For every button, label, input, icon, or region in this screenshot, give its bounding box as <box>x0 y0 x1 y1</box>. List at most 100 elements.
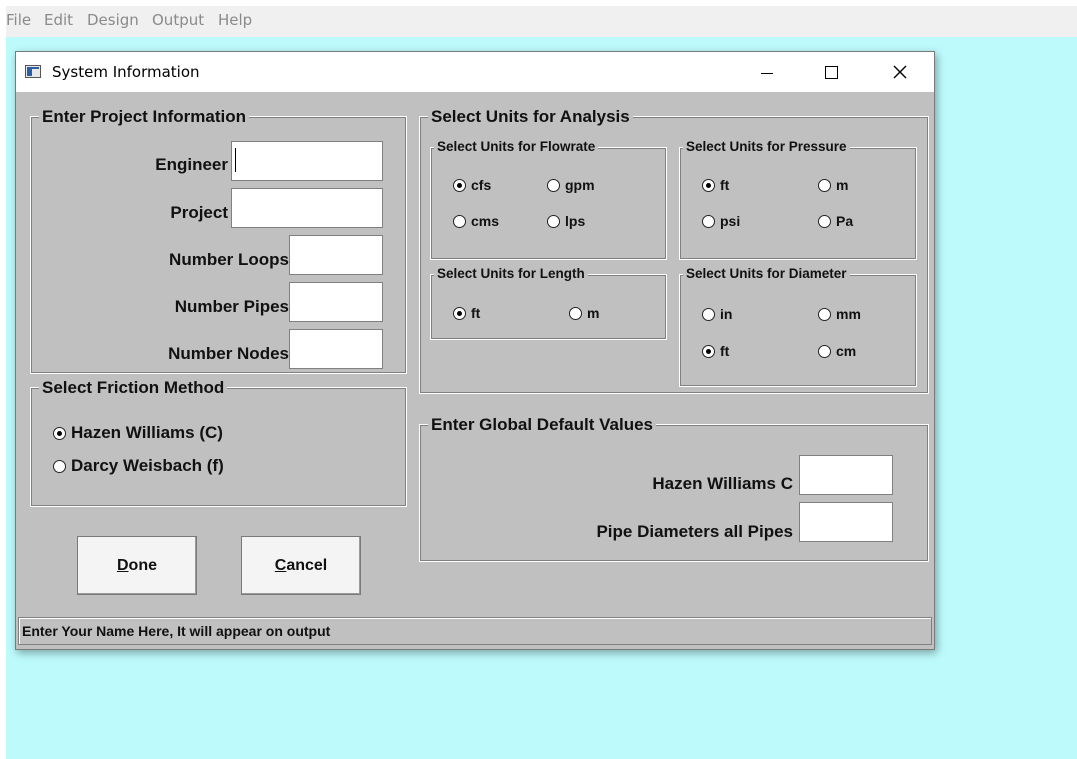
maximize-icon <box>824 65 838 79</box>
length-units-group: Select Units for Length ft m <box>430 266 667 340</box>
radio-label: ft <box>720 343 730 359</box>
radio-label: cfs <box>471 177 492 193</box>
project-label: Project <box>170 203 228 222</box>
radio-label: in <box>720 306 733 322</box>
radio-indicator <box>453 306 466 320</box>
radio-indicator <box>53 459 66 473</box>
radio-label: ft <box>720 177 730 193</box>
radio-pressure-m[interactable]: m <box>818 177 848 193</box>
radio-length-m[interactable]: m <box>569 305 599 321</box>
radio-indicator <box>818 178 831 192</box>
radio-hazen-williams[interactable]: Hazen Williams (C) <box>53 423 223 443</box>
done-label: one <box>128 556 157 574</box>
hazen-williams-c-label: Hazen Williams C <box>652 474 793 493</box>
pressure-units-group: Select Units for Pressure ft m psi Pa <box>679 139 917 260</box>
radio-darcy-weisbach[interactable]: Darcy Weisbach (f) <box>53 456 224 476</box>
number-pipes-field[interactable] <box>289 282 383 322</box>
number-loops-label: Number Loops <box>169 250 289 269</box>
menu-output[interactable]: Output <box>152 11 204 29</box>
radio-pressure-pa[interactable]: Pa <box>818 213 853 229</box>
radio-diameter-cm[interactable]: cm <box>818 343 856 359</box>
pipe-diameters-label: Pipe Diameters all Pipes <box>596 522 793 541</box>
radio-indicator <box>569 306 582 320</box>
hazen-williams-c-field[interactable] <box>799 455 893 495</box>
radio-indicator <box>547 178 560 192</box>
pipe-diameters-field[interactable] <box>799 502 893 542</box>
maximize-button[interactable] <box>808 52 854 92</box>
radio-indicator <box>453 178 466 192</box>
radio-flowrate-gpm[interactable]: gpm <box>547 177 595 193</box>
number-nodes-field[interactable] <box>289 329 383 369</box>
radio-label: ft <box>471 305 481 321</box>
project-info-group: Enter Project Information Engineer Proje… <box>30 107 407 374</box>
radio-flowrate-cms[interactable]: cms <box>453 213 499 229</box>
radio-label: m <box>836 177 849 193</box>
radio-flowrate-lps[interactable]: lps <box>547 213 585 229</box>
menu-design[interactable]: Design <box>87 11 139 29</box>
status-bar: Enter Your Name Here, It will appear on … <box>18 617 932 645</box>
pressure-units-legend: Select Units for Pressure <box>683 139 850 154</box>
diameter-units-legend: Select Units for Diameter <box>683 266 850 281</box>
minimize-button[interactable] <box>744 52 790 92</box>
radio-indicator <box>702 178 715 192</box>
window-title: System Information <box>52 63 200 81</box>
radio-label: lps <box>565 213 586 229</box>
radio-indicator <box>818 214 831 228</box>
done-mnemonic: D <box>116 556 129 574</box>
radio-flowrate-cfs[interactable]: cfs <box>453 177 491 193</box>
radio-indicator <box>53 426 66 440</box>
friction-method-group: Select Friction Method Hazen Williams (C… <box>30 378 407 507</box>
radio-pressure-ft[interactable]: ft <box>702 177 729 193</box>
radio-indicator <box>818 307 831 321</box>
radio-label: Pa <box>836 213 854 229</box>
radio-indicator <box>702 214 715 228</box>
flowrate-units-legend: Select Units for Flowrate <box>434 139 599 154</box>
radio-label: cm <box>836 343 857 359</box>
app-window-icon <box>25 65 41 78</box>
radio-label: m <box>587 305 600 321</box>
radio-length-ft[interactable]: ft <box>453 305 480 321</box>
engineer-field[interactable] <box>231 141 383 181</box>
radio-label: gpm <box>565 177 595 193</box>
radio-diameter-ft[interactable]: ft <box>702 343 729 359</box>
cancel-mnemonic: C <box>274 556 287 574</box>
radio-pressure-psi[interactable]: psi <box>702 213 740 229</box>
minimize-icon <box>761 72 773 74</box>
radio-indicator <box>547 214 560 228</box>
cancel-label: ancel <box>286 556 328 574</box>
radio-diameter-mm[interactable]: mm <box>818 306 861 322</box>
menu-help[interactable]: Help <box>218 11 252 29</box>
done-button[interactable]: Done <box>77 536 197 595</box>
radio-label: psi <box>720 213 741 229</box>
number-loops-field[interactable] <box>289 235 383 275</box>
menu-edit[interactable]: Edit <box>44 11 73 29</box>
system-information-dialog: System Information Enter Project Informa… <box>15 51 935 650</box>
radio-indicator <box>818 344 831 358</box>
units-analysis-legend: Select Units for Analysis <box>428 107 633 127</box>
radio-label: mm <box>836 306 861 322</box>
length-units-legend: Select Units for Length <box>434 266 588 281</box>
close-button[interactable] <box>877 52 923 92</box>
friction-method-legend: Select Friction Method <box>39 378 228 398</box>
units-analysis-group: Select Units for Analysis Select Units f… <box>419 107 929 394</box>
number-nodes-label: Number Nodes <box>168 344 289 363</box>
global-defaults-legend: Enter Global Default Values <box>428 415 657 435</box>
text-caret <box>235 148 236 172</box>
cancel-button[interactable]: Cancel <box>241 536 361 595</box>
flowrate-units-group: Select Units for Flowrate cfs gpm cms lp… <box>430 139 667 260</box>
close-icon <box>893 65 907 79</box>
number-pipes-label: Number Pipes <box>174 297 289 316</box>
project-field[interactable] <box>231 188 383 228</box>
radio-diameter-in[interactable]: in <box>702 306 732 322</box>
menu-bar: File Edit Design Output Help <box>6 6 1077 37</box>
radio-label: cms <box>471 213 500 229</box>
radio-indicator <box>702 307 715 321</box>
menu-file[interactable]: File <box>6 11 31 29</box>
engineer-label: Engineer <box>155 155 228 174</box>
radio-label: Hazen Williams (C) <box>71 423 223 442</box>
radio-indicator <box>702 344 715 358</box>
title-bar[interactable]: System Information <box>16 52 934 92</box>
project-info-legend: Enter Project Information <box>39 107 250 127</box>
radio-indicator <box>453 214 466 228</box>
radio-label: Darcy Weisbach (f) <box>71 456 224 475</box>
